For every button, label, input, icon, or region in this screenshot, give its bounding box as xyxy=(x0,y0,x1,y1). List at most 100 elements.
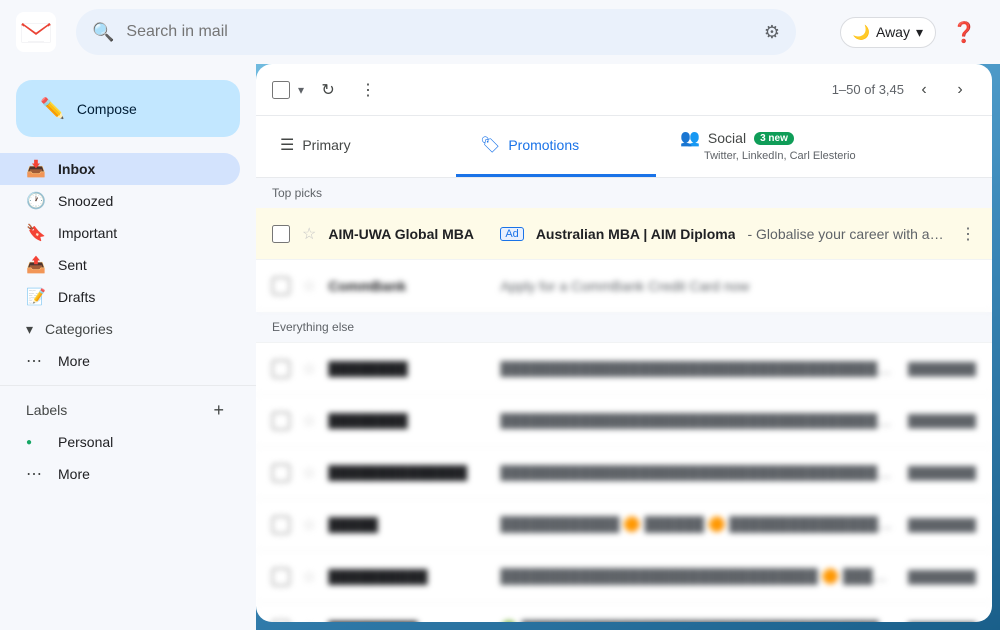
email-subject-1: Australian MBA | AIM Diploma xyxy=(536,226,736,242)
compose-button[interactable]: ✏️ Compose xyxy=(16,80,240,137)
sender-name-2: CommBank xyxy=(328,278,488,294)
more-label: More xyxy=(58,353,224,369)
checkbox-chevron-icon[interactable]: ▾ xyxy=(298,83,304,97)
ad-badge: Ad xyxy=(500,227,523,241)
star-button-1[interactable]: ☆ xyxy=(302,224,316,244)
email-checkbox-2 xyxy=(272,277,290,295)
snoozed-label: Snoozed xyxy=(58,193,224,209)
snoozed-icon: 🕐 xyxy=(26,191,46,211)
sidebar: ✏️ Compose 📥 Inbox 🕐 Snoozed 🔖 Important… xyxy=(0,64,256,630)
sidebar-item-sent[interactable]: 📤 Sent xyxy=(0,249,240,281)
tab-promotions[interactable]: 🏷 Promotions xyxy=(456,116,656,177)
social-tab-sub: Twitter, LinkedIn, Carl Elesterio xyxy=(680,150,856,162)
email-row-4: ☆ ████████ █████████████████████████████… xyxy=(256,395,992,447)
sidebar-item-personal[interactable]: ● Personal xyxy=(0,426,240,458)
tab-primary[interactable]: ☰ Primary xyxy=(256,116,456,177)
top-bar: 🔍 ⚙ 🌙 Away ▾ ❓ xyxy=(0,0,1000,64)
personal-icon: ● xyxy=(26,437,46,448)
email-row-7: ☆ ██████████ ███████████████████████████… xyxy=(256,551,992,603)
sidebar-item-snoozed[interactable]: 🕐 Snoozed xyxy=(0,185,240,217)
sidebar-item-drafts[interactable]: 📝 Drafts xyxy=(0,281,240,313)
search-input[interactable] xyxy=(126,23,755,41)
pagination-info: 1–50 of 3,45 ‹ › xyxy=(832,74,976,106)
email-area: ▾ ↻ ⋮ 1–50 of 3,45 ‹ › xyxy=(256,64,992,622)
email-more-button-1[interactable]: ⋮ xyxy=(960,224,976,244)
drafts-label: Drafts xyxy=(58,289,224,305)
next-page-icon: › xyxy=(957,81,962,99)
categories-label: Categories xyxy=(45,321,113,337)
more-icon: ⋯ xyxy=(26,351,46,371)
social-badge: 3 new xyxy=(754,132,794,145)
promotions-tab-icon: 🏷 xyxy=(480,135,500,155)
categories-header[interactable]: ▾ Categories xyxy=(0,313,240,345)
gmail-logo-icon xyxy=(16,12,56,52)
select-all-checkbox[interactable] xyxy=(272,81,290,99)
labels-more-label: More xyxy=(58,466,224,482)
social-tab-label: Social xyxy=(708,130,746,146)
email-row-6: ☆ █████ ████████████ 🟠 ██████ 🟠 ████████… xyxy=(256,499,992,551)
section-label: Everything else xyxy=(256,312,992,343)
email-row-2: ☆ CommBank Apply for a CommBank Credit C… xyxy=(256,260,992,312)
prev-page-icon: ‹ xyxy=(921,81,926,99)
prev-page-button[interactable]: ‹ xyxy=(908,74,940,106)
search-bar[interactable]: 🔍 ⚙ xyxy=(76,9,796,55)
star-button-2: ☆ xyxy=(302,276,316,296)
email-preview-2: Apply for a CommBank Credit Card now xyxy=(500,278,976,294)
sender-name-1: AIM-UWA Global MBA xyxy=(328,226,488,242)
email-checkbox-1[interactable] xyxy=(272,225,290,243)
email-row-ad[interactable]: ☆ AIM-UWA Global MBA Ad Australian MBA |… xyxy=(256,208,992,260)
refresh-icon: ↻ xyxy=(321,80,334,100)
help-button[interactable]: ❓ xyxy=(944,12,984,52)
drafts-icon: 📝 xyxy=(26,287,46,307)
sidebar-item-labels-more[interactable]: ⋯ More xyxy=(0,458,240,490)
more-toolbar-icon: ⋮ xyxy=(360,80,376,100)
status-button[interactable]: 🌙 Away ▾ xyxy=(840,17,936,48)
email-list: Top picks ☆ AIM-UWA Global MBA Ad Austra… xyxy=(256,178,992,622)
compose-label: Compose xyxy=(77,101,137,117)
next-page-button[interactable]: › xyxy=(944,74,976,106)
search-options-icon[interactable]: ⚙ xyxy=(764,22,780,43)
top-picks-label: Top picks xyxy=(272,186,322,200)
tabs-bar: ☰ Primary 🏷 Promotions 👥 Social 3 new Tw… xyxy=(256,116,992,178)
primary-tab-icon: ☰ xyxy=(280,135,294,155)
add-label-icon[interactable]: + xyxy=(213,400,224,421)
status-label: Away xyxy=(876,24,910,40)
more-toolbar-button[interactable]: ⋮ xyxy=(352,74,384,106)
sidebar-item-important[interactable]: 🔖 Important xyxy=(0,217,240,249)
inbox-icon: 📥 xyxy=(26,159,46,179)
social-tab-icon: 👥 xyxy=(680,128,700,148)
email-toolbar: ▾ ↻ ⋮ 1–50 of 3,45 ‹ › xyxy=(256,64,992,116)
search-icon: 🔍 xyxy=(92,22,114,43)
personal-label: Personal xyxy=(58,434,224,450)
email-row-3: ☆ ████████ █████████████████████████████… xyxy=(256,343,992,395)
important-label: Important xyxy=(58,225,224,241)
sent-label: Sent xyxy=(58,257,224,273)
primary-tab-label: Primary xyxy=(302,137,350,153)
labels-label: Labels xyxy=(26,402,67,418)
inbox-label: Inbox xyxy=(58,161,224,177)
promotions-tab-label: Promotions xyxy=(508,137,579,153)
sidebar-item-more[interactable]: ⋯ More xyxy=(0,345,240,377)
top-picks-header: Top picks xyxy=(256,178,992,208)
status-icon: 🌙 xyxy=(853,24,870,41)
gmail-logo xyxy=(16,12,56,52)
important-icon: 🔖 xyxy=(26,223,46,243)
compose-icon: ✏️ xyxy=(40,96,65,121)
labels-header[interactable]: Labels + xyxy=(0,394,240,426)
sidebar-divider xyxy=(0,385,256,386)
email-row-8: ☆ █████████ 🟢 ██████████████████████████… xyxy=(256,603,992,622)
sidebar-item-inbox[interactable]: 📥 Inbox xyxy=(0,153,240,185)
status-chevron-icon: ▾ xyxy=(916,24,923,41)
main-area: ✏️ Compose 📥 Inbox 🕐 Snoozed 🔖 Important… xyxy=(0,64,1000,630)
email-row-5: ☆ ██████████████ ███████████████████████… xyxy=(256,447,992,499)
labels-more-icon: ⋯ xyxy=(26,464,46,484)
email-preview-1: - Globalise your career with an Australi… xyxy=(747,226,948,242)
refresh-button[interactable]: ↻ xyxy=(312,74,344,106)
top-bar-right: 🌙 Away ▾ ❓ xyxy=(840,12,984,52)
app-container: 🔍 ⚙ 🌙 Away ▾ ❓ ✏️ Compose 📥 Inbox xyxy=(0,0,1000,630)
help-icon: ❓ xyxy=(952,20,977,45)
sent-icon: 📤 xyxy=(26,255,46,275)
categories-chevron-icon: ▾ xyxy=(26,321,33,338)
tab-social[interactable]: 👥 Social 3 new Twitter, LinkedIn, Carl E… xyxy=(656,116,916,177)
pagination-text: 1–50 of 3,45 xyxy=(832,82,904,97)
